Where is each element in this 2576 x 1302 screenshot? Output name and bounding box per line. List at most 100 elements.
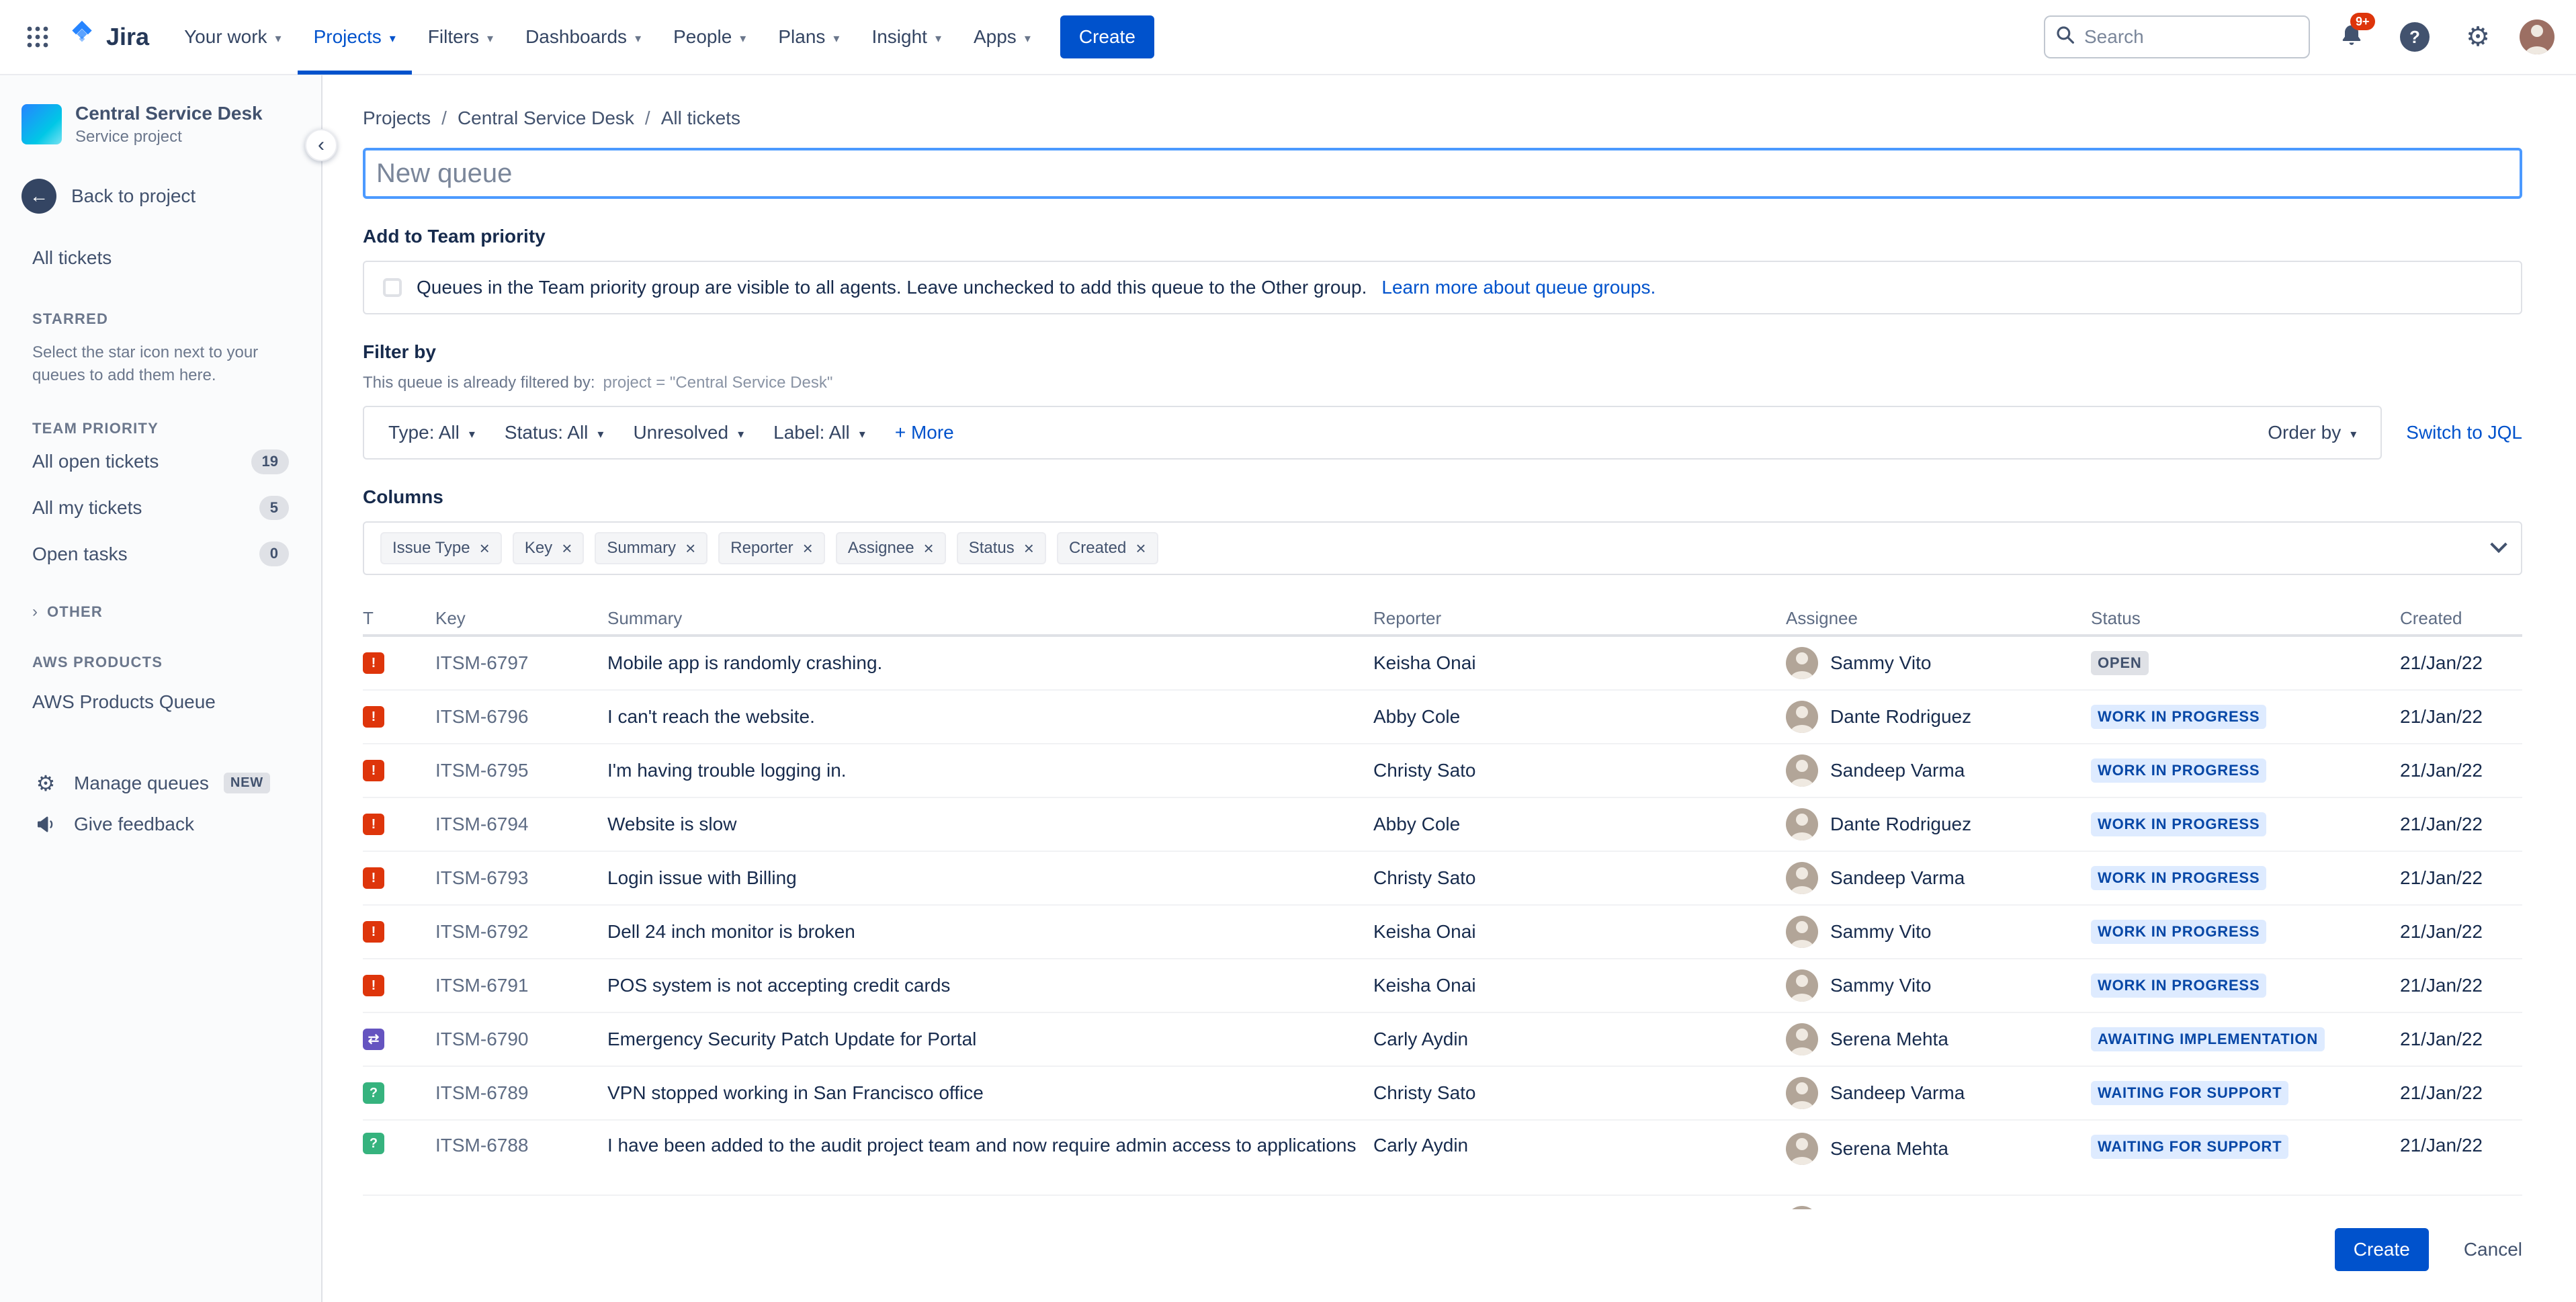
nav-item-filters[interactable]: Filters ▾ — [412, 0, 509, 75]
settings-button[interactable]: ⚙ — [2456, 15, 2499, 58]
sidebar-item-all-tickets[interactable]: All tickets — [22, 238, 300, 278]
chevron-down-icon: ▾ — [859, 427, 865, 441]
global-search[interactable] — [2044, 15, 2310, 58]
nav-item-dashboards[interactable]: Dashboards ▾ — [509, 0, 657, 75]
issue-key[interactable]: ITSM-6789 — [435, 1082, 607, 1104]
remove-icon[interactable]: × — [685, 539, 695, 557]
issue-summary[interactable]: Dell 24 inch monitor is broken — [607, 921, 1373, 943]
table-row[interactable]: ! ITSM-6792 Dell 24 inch monitor is brok… — [363, 906, 2522, 959]
table-row[interactable]: ! ITSM-6795 I'm having trouble logging i… — [363, 744, 2522, 798]
back-to-project[interactable]: ← Back to project — [22, 178, 300, 214]
remove-icon[interactable]: × — [1135, 539, 1146, 557]
issue-summary[interactable]: Mobile app is randomly crashing. — [607, 652, 1373, 674]
breadcrumb: Projects / Central Service Desk / All ti… — [363, 107, 740, 129]
columns-picker[interactable]: Issue Type × Key × Summary × Reporter × Assi… — [363, 521, 2522, 575]
app-switcher-icon[interactable] — [16, 15, 59, 58]
nav-item-projects[interactable]: Projects ▾ — [298, 0, 412, 75]
table-row[interactable]: ⇄ ITSM-6790 Emergency Security Patch Upd… — [363, 1013, 2522, 1067]
table-row[interactable]: ! ITSM-6794 Website is slow Abby Cole Da… — [363, 798, 2522, 852]
breadcrumb-central-service-desk[interactable]: Central Service Desk — [458, 107, 634, 129]
issue-key[interactable]: ITSM-6794 — [435, 814, 607, 835]
issue-summary[interactable]: Login issue with Billing — [607, 867, 1373, 889]
column-chip-status[interactable]: Status × — [956, 532, 1046, 564]
sidebar-collapse-button[interactable]: ‹ — [305, 129, 337, 161]
filter-status-dropdown[interactable]: Status: All ▾ — [491, 414, 617, 451]
remove-icon[interactable]: × — [480, 539, 490, 557]
column-chip-assignee[interactable]: Assignee × — [835, 532, 946, 564]
filter-type-dropdown[interactable]: Type: All ▾ — [375, 414, 488, 451]
table-row[interactable]: ! ITSM-6793 Login issue with Billing Chr… — [363, 852, 2522, 906]
queue-groups-learn-more-link[interactable]: Learn more about queue groups. — [1381, 277, 1656, 298]
other-section-toggle[interactable]: › OTHER — [22, 603, 300, 621]
issue-summary[interactable]: I can't reach the website. — [607, 706, 1373, 728]
assignee-avatar — [1786, 969, 1818, 1002]
table-row[interactable]: ! ITSM-6797 Mobile app is randomly crash… — [363, 637, 2522, 691]
assignee-name: Sandeep Varma — [1830, 1082, 1965, 1103]
order-by-dropdown[interactable]: Order by ▾ — [2254, 414, 2370, 451]
chevron-down-icon[interactable] — [2490, 535, 2507, 554]
nav-item-your-work[interactable]: Your work ▾ — [168, 0, 298, 75]
user-avatar[interactable] — [2520, 19, 2554, 54]
team-priority-checkbox[interactable] — [383, 278, 402, 297]
status-badge: WORK IN PROGRESS — [2091, 758, 2267, 783]
table-row[interactable]: ! ITSM-6796 I can't reach the website. A… — [363, 691, 2522, 744]
nav-item-apps[interactable]: Apps ▾ — [957, 0, 1047, 75]
column-chip-reporter[interactable]: Reporter × — [718, 532, 825, 564]
issue-key[interactable]: ITSM-6796 — [435, 706, 607, 728]
switch-to-jql-link[interactable]: Switch to JQL — [2406, 422, 2522, 443]
nav-item-people[interactable]: People ▾ — [657, 0, 762, 75]
issue-key[interactable]: ITSM-6793 — [435, 867, 607, 889]
manage-queues[interactable]: ⚙ Manage queues NEW — [22, 763, 300, 804]
app: Jira Your work ▾ Projects ▾ Filters ▾ Dashb… — [0, 0, 2576, 1302]
jira-logo[interactable]: Jira — [59, 19, 168, 54]
filter-resolution-dropdown[interactable]: Unresolved ▾ — [619, 414, 757, 451]
assignee-avatar — [1786, 862, 1818, 894]
sidebar-item-open-tasks[interactable]: Open tasks 0 — [22, 532, 300, 576]
sidebar-item-aws-products-queue[interactable]: AWS Products Queue — [22, 682, 300, 722]
assignee-avatar — [1786, 1023, 1818, 1055]
sidebar-item-all-open-tickets[interactable]: All open tickets 19 — [22, 440, 300, 484]
issue-created: 21/Jan/22 — [2400, 652, 2483, 673]
cancel-button[interactable]: Cancel — [2464, 1239, 2522, 1260]
issue-summary[interactable]: POS system is not accepting credit cards — [607, 975, 1373, 996]
table-row-partial[interactable]: ? — [363, 1196, 2522, 1209]
issue-summary[interactable]: I'm having trouble logging in. — [607, 760, 1373, 781]
search-input[interactable] — [2084, 26, 2298, 48]
status-badge: WORK IN PROGRESS — [2091, 812, 2267, 837]
global-create-button[interactable]: Create — [1060, 15, 1154, 58]
help-button[interactable]: ? — [2393, 15, 2436, 58]
column-chip-issue-type[interactable]: Issue Type × — [380, 532, 502, 564]
issue-summary[interactable]: I have been added to the audit project t… — [607, 1133, 1373, 1158]
notifications-button[interactable]: 9+ — [2330, 13, 2375, 58]
remove-icon[interactable]: × — [562, 539, 572, 557]
issue-summary[interactable]: Emergency Security Patch Update for Port… — [607, 1029, 1373, 1050]
filter-more-button[interactable]: + More — [882, 414, 968, 451]
give-feedback[interactable]: Give feedback — [22, 804, 300, 844]
table-row[interactable]: ? ITSM-6789 VPN stopped working in San F… — [363, 1067, 2522, 1121]
nav-item-plans[interactable]: Plans ▾ — [762, 0, 855, 75]
issue-key[interactable]: ITSM-6792 — [435, 921, 607, 943]
remove-icon[interactable]: × — [803, 539, 813, 557]
issue-key[interactable]: ITSM-6797 — [435, 652, 607, 674]
nav-item-insight[interactable]: Insight ▾ — [855, 0, 957, 75]
issue-key[interactable]: ITSM-6790 — [435, 1029, 607, 1050]
issue-key[interactable]: ITSM-6791 — [435, 975, 607, 996]
table-row[interactable]: ! ITSM-6791 POS system is not accepting … — [363, 959, 2522, 1013]
filter-label-dropdown[interactable]: Label: All ▾ — [760, 414, 879, 451]
remove-icon[interactable]: × — [1024, 539, 1034, 557]
column-chip-summary[interactable]: Summary × — [595, 532, 708, 564]
breadcrumb-projects[interactable]: Projects — [363, 107, 431, 129]
issue-key[interactable]: ITSM-6788 — [435, 1133, 607, 1158]
column-chip-created[interactable]: Created × — [1056, 532, 1158, 564]
column-chip-key[interactable]: Key × — [512, 532, 585, 564]
table-row[interactable]: ? ITSM-6788 I have been added to the aud… — [363, 1121, 2522, 1196]
issue-key[interactable]: ITSM-6795 — [435, 760, 607, 781]
create-queue-button[interactable]: Create — [2334, 1228, 2429, 1271]
assignee-avatar — [1786, 754, 1818, 787]
sidebar-item-all-my-tickets[interactable]: All my tickets 5 — [22, 486, 300, 530]
queue-name-input[interactable] — [363, 148, 2522, 199]
remove-icon[interactable]: × — [924, 539, 934, 557]
breadcrumb-all-tickets[interactable]: All tickets — [661, 107, 740, 129]
issue-summary[interactable]: Website is slow — [607, 814, 1373, 835]
issue-summary[interactable]: VPN stopped working in San Francisco off… — [607, 1082, 1373, 1104]
